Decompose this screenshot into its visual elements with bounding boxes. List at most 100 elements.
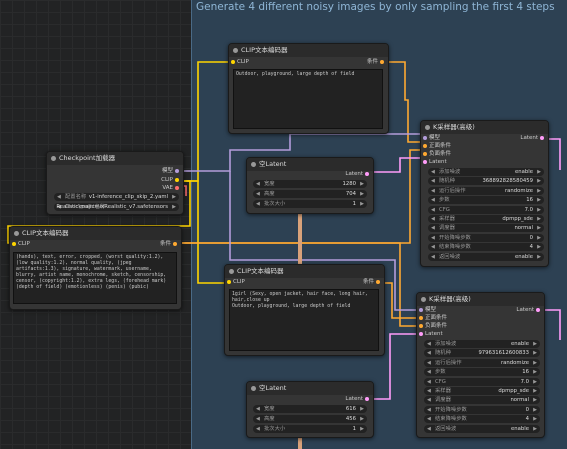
arrow-right-icon[interactable]: ▶	[360, 200, 364, 208]
empty-latent-node[interactable]: 空Latent Latent ◀ 宽度 1280 ▶ ◀ 高度 704 ▶ ◀ …	[246, 157, 374, 214]
arrow-left-icon[interactable]: ◀	[431, 196, 435, 204]
output-port-conditioning[interactable]: 条件	[160, 241, 179, 248]
input-port-negative[interactable]: 负面条件	[417, 323, 447, 330]
arrow-left-icon[interactable]: ◀	[427, 349, 431, 357]
arrow-left-icon[interactable]: ◀	[427, 387, 431, 395]
arrow-left-icon[interactable]: ◀	[431, 243, 435, 251]
prompt-textarea[interactable]: 1girl (Sexy, open jacket, hair face, lon…	[229, 289, 379, 351]
arrow-right-icon[interactable]: ▶	[360, 415, 364, 423]
arrow-left-icon[interactable]: ◀	[256, 180, 260, 188]
arrow-right-icon[interactable]: ▶	[172, 203, 176, 211]
arrow-right-icon[interactable]: ▶	[533, 368, 537, 376]
widget-width[interactable]: ◀ 宽度 616 ▶	[253, 405, 367, 413]
arrow-left-icon[interactable]: ◀	[431, 168, 435, 176]
widget-row[interactable]: ◀ CFG 7.0 ▶	[424, 377, 540, 386]
arrow-right-icon[interactable]: ▶	[537, 196, 541, 204]
widget-row[interactable]: ◀ 随机种 368892828580459 ▶	[428, 177, 544, 186]
arrow-right-icon[interactable]: ▶	[533, 406, 537, 414]
widget-row[interactable]: ◀ 添加噪波 enable ▶	[424, 340, 540, 348]
arrow-left-icon[interactable]: ◀	[57, 193, 61, 201]
output-port-conditioning[interactable]: 条件	[367, 59, 386, 66]
arrow-left-icon[interactable]: ◀	[256, 405, 260, 413]
input-port-latent[interactable]: Latent	[417, 331, 443, 338]
arrow-left-icon[interactable]: ◀	[256, 200, 260, 208]
input-port-clip[interactable]: CLIP	[10, 241, 30, 248]
arrow-right-icon[interactable]: ▶	[537, 224, 541, 232]
widget-row[interactable]: ◀ 调度器 normal ▶	[428, 224, 544, 233]
node-header[interactable]: K采样器(高级)	[421, 121, 548, 134]
widget-row[interactable]: ◀ 开始降噪步数 0 ▶	[428, 233, 544, 242]
widget-checkpoint-name[interactable]: ◀ Checkpoint名称 Realistic\majicmixRealist…	[54, 203, 179, 211]
arrow-right-icon[interactable]: ▶	[537, 253, 541, 261]
arrow-right-icon[interactable]: ▶	[360, 425, 364, 433]
widget-row[interactable]: ◀ 运行后操作 randomize ▶	[424, 358, 540, 367]
node-header[interactable]: K采样器(高级)	[417, 293, 544, 306]
arrow-left-icon[interactable]: ◀	[431, 177, 435, 185]
widget-row[interactable]: ◀ CFG 7.0 ▶	[428, 205, 544, 214]
arrow-left-icon[interactable]: ◀	[431, 215, 435, 223]
collapse-dot-icon[interactable]	[251, 386, 256, 391]
arrow-left-icon[interactable]: ◀	[431, 206, 435, 214]
widget-width[interactable]: ◀ 宽度 1280 ▶	[253, 180, 367, 188]
input-port-clip[interactable]: CLIP	[225, 279, 245, 286]
collapse-dot-icon[interactable]	[233, 48, 238, 53]
widget-row[interactable]: ◀ 运行后操作 randomize ▶	[428, 186, 544, 195]
prompt-textarea[interactable]: Outdoor, playground, large depth of fiel…	[233, 69, 383, 129]
widget-row[interactable]: ◀ 步数 16 ▶	[424, 368, 540, 377]
arrow-left-icon[interactable]: ◀	[256, 425, 260, 433]
arrow-right-icon[interactable]: ▶	[537, 206, 541, 214]
collapse-dot-icon[interactable]	[421, 297, 426, 302]
widget-row[interactable]: ◀ 添加噪波 enable ▶	[428, 168, 544, 176]
output-port-conditioning[interactable]: 条件	[363, 279, 382, 286]
arrow-right-icon[interactable]: ▶	[360, 405, 364, 413]
widget-batch-size[interactable]: ◀ 批次大小 1 ▶	[253, 425, 367, 433]
arrow-right-icon[interactable]: ▶	[537, 177, 541, 185]
arrow-right-icon[interactable]: ▶	[533, 425, 537, 433]
output-port-latent[interactable]: Latent	[520, 135, 546, 142]
arrow-right-icon[interactable]: ▶	[533, 340, 537, 348]
input-port-model[interactable]: 模型	[421, 135, 440, 142]
output-port-clip[interactable]: CLIP	[161, 177, 181, 184]
input-port-positive[interactable]: 正面条件	[417, 315, 447, 322]
collapse-dot-icon[interactable]	[229, 269, 234, 274]
widget-row[interactable]: ◀ 结束降噪步数 4 ▶	[424, 415, 540, 424]
widget-row[interactable]: ◀ 采样器 dpmpp_sde ▶	[424, 387, 540, 395]
collapse-dot-icon[interactable]	[14, 231, 19, 236]
node-header[interactable]: CLIP文本编码器	[10, 227, 181, 240]
empty-latent-2-node[interactable]: 空Latent Latent ◀ 宽度 616 ▶ ◀ 高度 456 ▶ ◀ 批…	[246, 381, 374, 438]
widget-row[interactable]: ◀ 随机种 979631612600833 ▶	[424, 349, 540, 358]
widget-row[interactable]: ◀ 结束降噪步数 4 ▶	[428, 243, 544, 252]
arrow-right-icon[interactable]: ▶	[360, 190, 364, 198]
ksampler-advanced-2-node[interactable]: K采样器(高级) 模型 正面条件 负面条件 Latent Latent ◀ 添加噪…	[416, 292, 545, 438]
widget-row[interactable]: ◀ 调度器 normal ▶	[424, 396, 540, 405]
arrow-right-icon[interactable]: ▶	[537, 187, 541, 195]
collapse-dot-icon[interactable]	[251, 162, 256, 167]
arrow-right-icon[interactable]: ▶	[360, 180, 364, 188]
prompt-textarea[interactable]: (hands), text, error, cropped, (worst qu…	[13, 252, 177, 304]
arrow-right-icon[interactable]: ▶	[537, 168, 541, 176]
ksampler-advanced-node[interactable]: K采样器(高级) 模型 正面条件 负面条件 Latent Latent ◀ 添加噪…	[420, 120, 549, 267]
output-port-latent[interactable]: Latent	[516, 307, 542, 314]
node-header[interactable]: Checkpoint加载器	[47, 152, 183, 165]
arrow-left-icon[interactable]: ◀	[431, 224, 435, 232]
input-port-latent[interactable]: Latent	[421, 159, 447, 166]
arrow-right-icon[interactable]: ▶	[537, 215, 541, 223]
output-port-latent[interactable]: Latent	[345, 396, 371, 403]
checkpoint-loader-node[interactable]: Checkpoint加载器 模型 CLIP VAE ◀ 配置名称 v1-infe…	[46, 151, 184, 215]
arrow-right-icon[interactable]: ▶	[537, 234, 541, 242]
arrow-right-icon[interactable]: ▶	[533, 396, 537, 404]
widget-config-name[interactable]: ◀ 配置名称 v1-inference_clip_skip_2.yaml ▶	[54, 193, 179, 201]
arrow-left-icon[interactable]: ◀	[427, 406, 431, 414]
output-port-vae[interactable]: VAE	[162, 185, 181, 192]
arrow-left-icon[interactable]: ◀	[431, 187, 435, 195]
clip-text-encode-positive-node[interactable]: CLIP文本编码器 CLIP 条件 Outdoor, playground, l…	[228, 43, 389, 134]
collapse-dot-icon[interactable]	[51, 156, 56, 161]
arrow-right-icon[interactable]: ▶	[533, 415, 537, 423]
input-port-model[interactable]: 模型	[417, 307, 436, 314]
arrow-left-icon[interactable]: ◀	[256, 415, 260, 423]
widget-height[interactable]: ◀ 高度 704 ▶	[253, 190, 367, 198]
widget-row[interactable]: ◀ 采样器 dpmpp_sde ▶	[428, 215, 544, 223]
group-title[interactable]: Generate 4 different noisy images by onl…	[196, 1, 555, 13]
widget-row[interactable]: ◀ 步数 16 ▶	[428, 196, 544, 205]
input-port-negative[interactable]: 负面条件	[421, 151, 451, 158]
